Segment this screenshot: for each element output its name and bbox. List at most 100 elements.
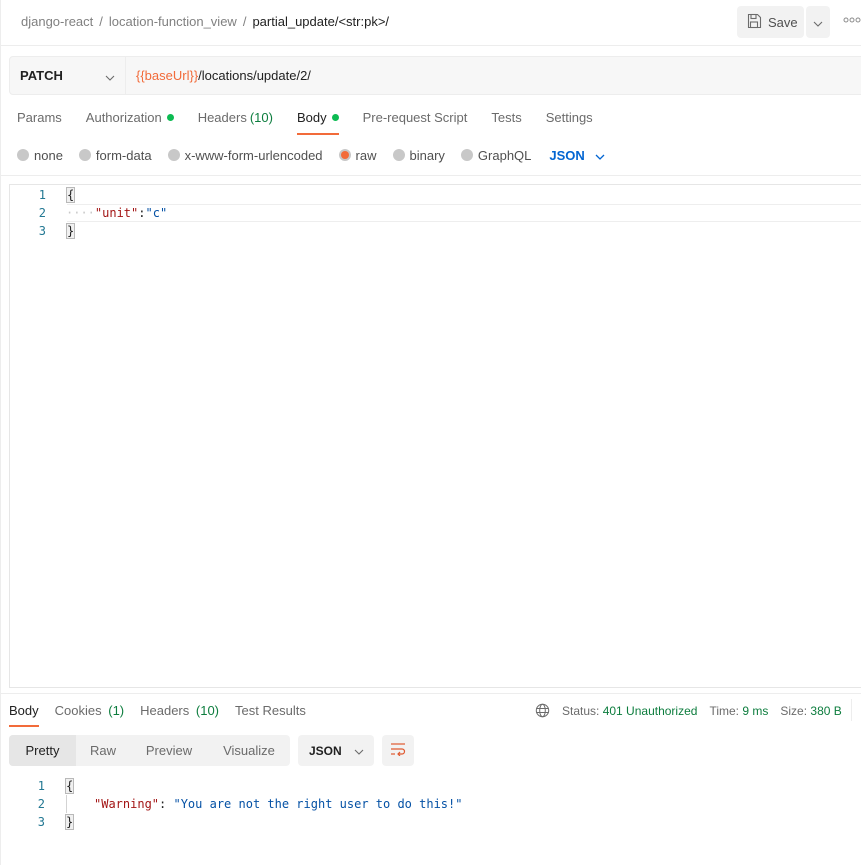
divider bbox=[0, 175, 861, 176]
breadcrumb-collection[interactable]: django-react bbox=[21, 14, 93, 29]
view-mode-pretty[interactable]: Pretty bbox=[9, 735, 76, 766]
radio-label: binary bbox=[409, 147, 445, 163]
tab-label: Params bbox=[17, 110, 62, 125]
response-language-select[interactable]: JSON bbox=[298, 735, 374, 766]
close-brace: } bbox=[66, 223, 76, 239]
tab-count: (10) bbox=[249, 110, 273, 125]
view-mode-preview[interactable]: Preview bbox=[130, 735, 208, 766]
url-path: /locations/update/2/ bbox=[198, 68, 311, 83]
json-value: "c" bbox=[145, 206, 168, 220]
radio-raw[interactable]: raw bbox=[338, 147, 377, 163]
response-view-mode-segmented: Pretty Raw Preview Visualize bbox=[9, 735, 290, 766]
radio-button[interactable] bbox=[392, 149, 405, 161]
more-actions-button[interactable] bbox=[843, 14, 861, 30]
code-line: 1 { bbox=[9, 777, 861, 795]
radio-button[interactable] bbox=[17, 149, 29, 161]
method-label: PATCH bbox=[20, 68, 63, 83]
radio-button[interactable] bbox=[167, 149, 180, 161]
radio-graphql[interactable]: GraphQL bbox=[460, 147, 532, 163]
ellipsis-icon bbox=[843, 14, 861, 26]
open-brace: { bbox=[66, 187, 76, 203]
response-tabs: Body Cookies (1) Headers (10) Test Resul… bbox=[9, 703, 322, 727]
body-language-select[interactable]: JSON bbox=[549, 147, 605, 163]
window-left-border bbox=[0, 46, 1, 865]
tab-tests[interactable]: Tests bbox=[491, 110, 521, 136]
tab-headers[interactable]: Headers (10) bbox=[198, 110, 273, 136]
code-line: 3 } bbox=[10, 222, 861, 240]
radio-label: x-www-form-urlencoded bbox=[184, 147, 323, 163]
radio-form-data[interactable]: form-data bbox=[78, 147, 152, 163]
json-value: "You are not the right user to do this!" bbox=[173, 797, 463, 811]
tab-test-results[interactable]: Test Results bbox=[235, 703, 306, 727]
close-brace: } bbox=[65, 814, 75, 830]
tab-pre-request-script[interactable]: Pre-request Script bbox=[363, 110, 468, 136]
json-key: "Warning" bbox=[94, 797, 160, 811]
body-type-radio-group: none form-data x-www-form-urlencoded raw… bbox=[17, 147, 605, 163]
code-line: 3 } bbox=[9, 813, 861, 831]
save-button[interactable]: Save bbox=[737, 6, 804, 38]
view-mode-raw[interactable]: Raw bbox=[76, 735, 130, 766]
line-number: 2 bbox=[37, 797, 45, 811]
divider bbox=[851, 699, 852, 721]
radio-binary[interactable]: binary bbox=[392, 147, 445, 163]
tab-params[interactable]: Params bbox=[17, 110, 62, 136]
chevron-down-icon bbox=[595, 148, 605, 163]
tab-settings[interactable]: Settings bbox=[546, 110, 593, 136]
radio-button[interactable] bbox=[78, 149, 91, 161]
save-options-dropdown[interactable] bbox=[806, 6, 830, 38]
breadcrumb-separator: / bbox=[242, 14, 247, 29]
line-number: 3 bbox=[37, 815, 45, 829]
code-line: 2 ····"unit":"c" bbox=[10, 204, 861, 222]
language-label: JSON bbox=[549, 147, 585, 163]
open-brace: { bbox=[65, 778, 75, 794]
url-input[interactable]: {{baseUrl}}/locations/update/2/ bbox=[126, 57, 311, 94]
tab-response-headers[interactable]: Headers (10) bbox=[140, 703, 219, 727]
chevron-down-icon bbox=[105, 69, 115, 84]
json-key: "unit" bbox=[94, 206, 139, 220]
request-body-editor[interactable]: 1 { 2 ····"unit":"c" 3 } bbox=[9, 184, 861, 688]
response-body-viewer[interactable]: 1 { 2 "Warning": "You are not the right … bbox=[0, 777, 861, 847]
breadcrumb-request-name[interactable]: partial_update/<str:pk>/ bbox=[252, 14, 389, 29]
radio-label: raw bbox=[355, 147, 377, 163]
globe-icon[interactable] bbox=[535, 703, 550, 718]
tab-label: Body bbox=[296, 110, 327, 125]
radio-label: form-data bbox=[95, 147, 152, 163]
view-mode-visualize[interactable]: Visualize bbox=[208, 735, 290, 766]
radio-label: GraphQL bbox=[477, 147, 532, 163]
wrap-lines-button[interactable] bbox=[382, 735, 414, 766]
json-colon: : bbox=[138, 206, 146, 220]
tab-label: Authorization bbox=[85, 110, 162, 125]
status-value[interactable]: 401 Unauthorized bbox=[603, 704, 698, 718]
json-colon: : bbox=[159, 797, 174, 811]
time-value[interactable]: 9 ms bbox=[742, 704, 768, 718]
chevron-down-icon bbox=[813, 15, 823, 30]
tab-body[interactable]: Body bbox=[296, 110, 339, 136]
tab-cookies[interactable]: Cookies (1) bbox=[55, 703, 124, 727]
whitespace-marker: ···· bbox=[66, 206, 95, 220]
radio-x-www-form-urlencoded[interactable]: x-www-form-urlencoded bbox=[167, 147, 323, 163]
line-number: 3 bbox=[38, 224, 46, 238]
tab-label: Pre-request Script bbox=[362, 110, 468, 125]
tab-authorization[interactable]: Authorization bbox=[86, 110, 174, 136]
tab-count: (10) bbox=[195, 703, 220, 718]
tab-count: (1) bbox=[108, 703, 125, 718]
divider bbox=[0, 693, 861, 694]
radio-label: none bbox=[34, 147, 63, 163]
size-value[interactable]: 380 B bbox=[810, 704, 841, 718]
save-label: Save bbox=[768, 14, 798, 30]
breadcrumb: django-react / location-function_view / part… bbox=[21, 14, 389, 29]
radio-button[interactable] bbox=[460, 149, 473, 161]
tab-label: Tests bbox=[491, 110, 522, 125]
breadcrumb-folder[interactable]: location-function_view bbox=[109, 14, 237, 29]
request-tabs: Params Authorization Headers (10) Body Pr… bbox=[17, 110, 617, 136]
tab-response-body[interactable]: Body bbox=[9, 703, 39, 727]
code-line: 1 { bbox=[10, 186, 861, 204]
size-label: Size: bbox=[780, 703, 808, 718]
radio-none[interactable]: none bbox=[17, 148, 63, 163]
response-status-bar: Status: 401 Unauthorized Time: 9 ms Size… bbox=[535, 703, 842, 718]
language-label: JSON bbox=[309, 743, 342, 758]
breadcrumb-separator: / bbox=[99, 14, 103, 29]
radio-button-selected[interactable] bbox=[338, 149, 351, 161]
line-number: 2 bbox=[38, 206, 46, 220]
method-select[interactable]: PATCH bbox=[10, 57, 126, 94]
